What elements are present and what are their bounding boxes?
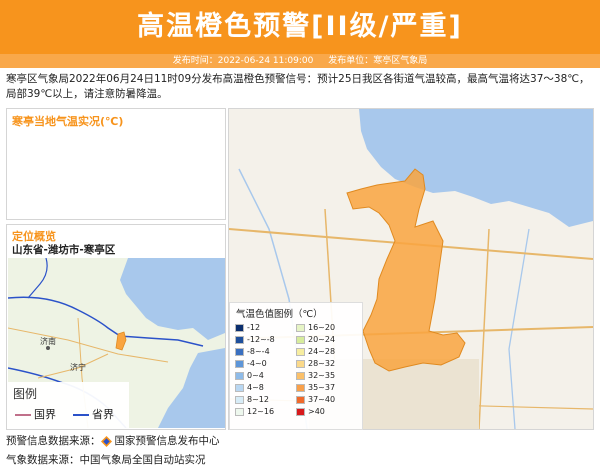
warning-source-line: 预警信息数据来源： 国家预警信息发布中心	[6, 432, 596, 451]
map-legend: 图例 国界 省界	[7, 382, 129, 428]
map-label-jinan: 济南	[40, 336, 56, 346]
legend-item: -4~0	[235, 359, 267, 369]
legend-item: 16~20	[296, 323, 335, 333]
weather-source-value: 中国气象局全国自动站实况	[79, 454, 206, 466]
legend-item: -12~-8	[235, 335, 275, 345]
color-legend-title: 气温色值图例（℃）	[236, 309, 323, 320]
legend-item: 28~32	[296, 359, 335, 369]
warning-center-logo-icon	[100, 435, 112, 447]
warning-description: 寒亭区气象局2022年06月24日11时09分发布高温橙色预警信号：预计25日我…	[6, 73, 590, 100]
map-label-jining: 济宁	[70, 362, 86, 372]
legend-item: -12	[235, 323, 260, 333]
weather-source-line: 气象数据来源：中国气象局全国自动站实况	[6, 451, 596, 470]
warning-title: 高温橙色预警[II级/严重]	[137, 11, 463, 42]
data-sources: 预警信息数据来源： 国家预警信息发布中心 气象数据来源：中国气象局全国自动站实况	[6, 432, 596, 470]
map-legend-title: 图例	[13, 387, 38, 401]
warning-header: 高温橙色预警[II级/严重]	[0, 0, 600, 54]
legend-item: >40	[296, 407, 325, 417]
legend-item: 32~35	[296, 371, 335, 381]
weather-source-label: 气象数据来源：	[6, 454, 80, 466]
legend-item: 24~28	[296, 347, 335, 357]
meta-bar: 发布时间：2022-06-24 11:09:00 发布单位：寒亭区气象局	[0, 54, 600, 68]
legend-item: 0~4	[235, 371, 264, 381]
legend-item: 20~24	[296, 335, 335, 345]
legend-national-border: 国界	[15, 406, 56, 422]
national-border-line	[15, 414, 31, 416]
temperature-panel-title: 寒亭当地气温实况(℃)	[12, 115, 124, 128]
legend-item: 35~37	[296, 383, 335, 393]
location-path: 山东省-潍坊市-寒亭区	[12, 244, 116, 256]
publisher: 发布单位：寒亭区气象局	[328, 56, 428, 66]
legend-item: 12~16	[235, 407, 274, 417]
temperature-panel: 寒亭当地气温实况(℃)	[6, 108, 226, 220]
legend-item: 8~12	[235, 395, 269, 405]
warning-source-label: 预警信息数据来源：	[6, 435, 101, 447]
temperature-color-legend: 气温色值图例（℃） -12 -12~-8 -8~-4 -4~0 0~4 4~8 …	[229, 302, 363, 430]
legend-province-border: 省界	[73, 406, 114, 422]
province-border-line	[73, 414, 89, 416]
legend-item: 4~8	[235, 383, 264, 393]
legend-item: 37~40	[296, 395, 335, 405]
warning-source-link[interactable]: 国家预警信息发布中心	[115, 435, 220, 447]
legend-item: -8~-4	[235, 347, 270, 357]
publish-time: 发布时间：2022-06-24 11:09:00	[172, 56, 314, 66]
